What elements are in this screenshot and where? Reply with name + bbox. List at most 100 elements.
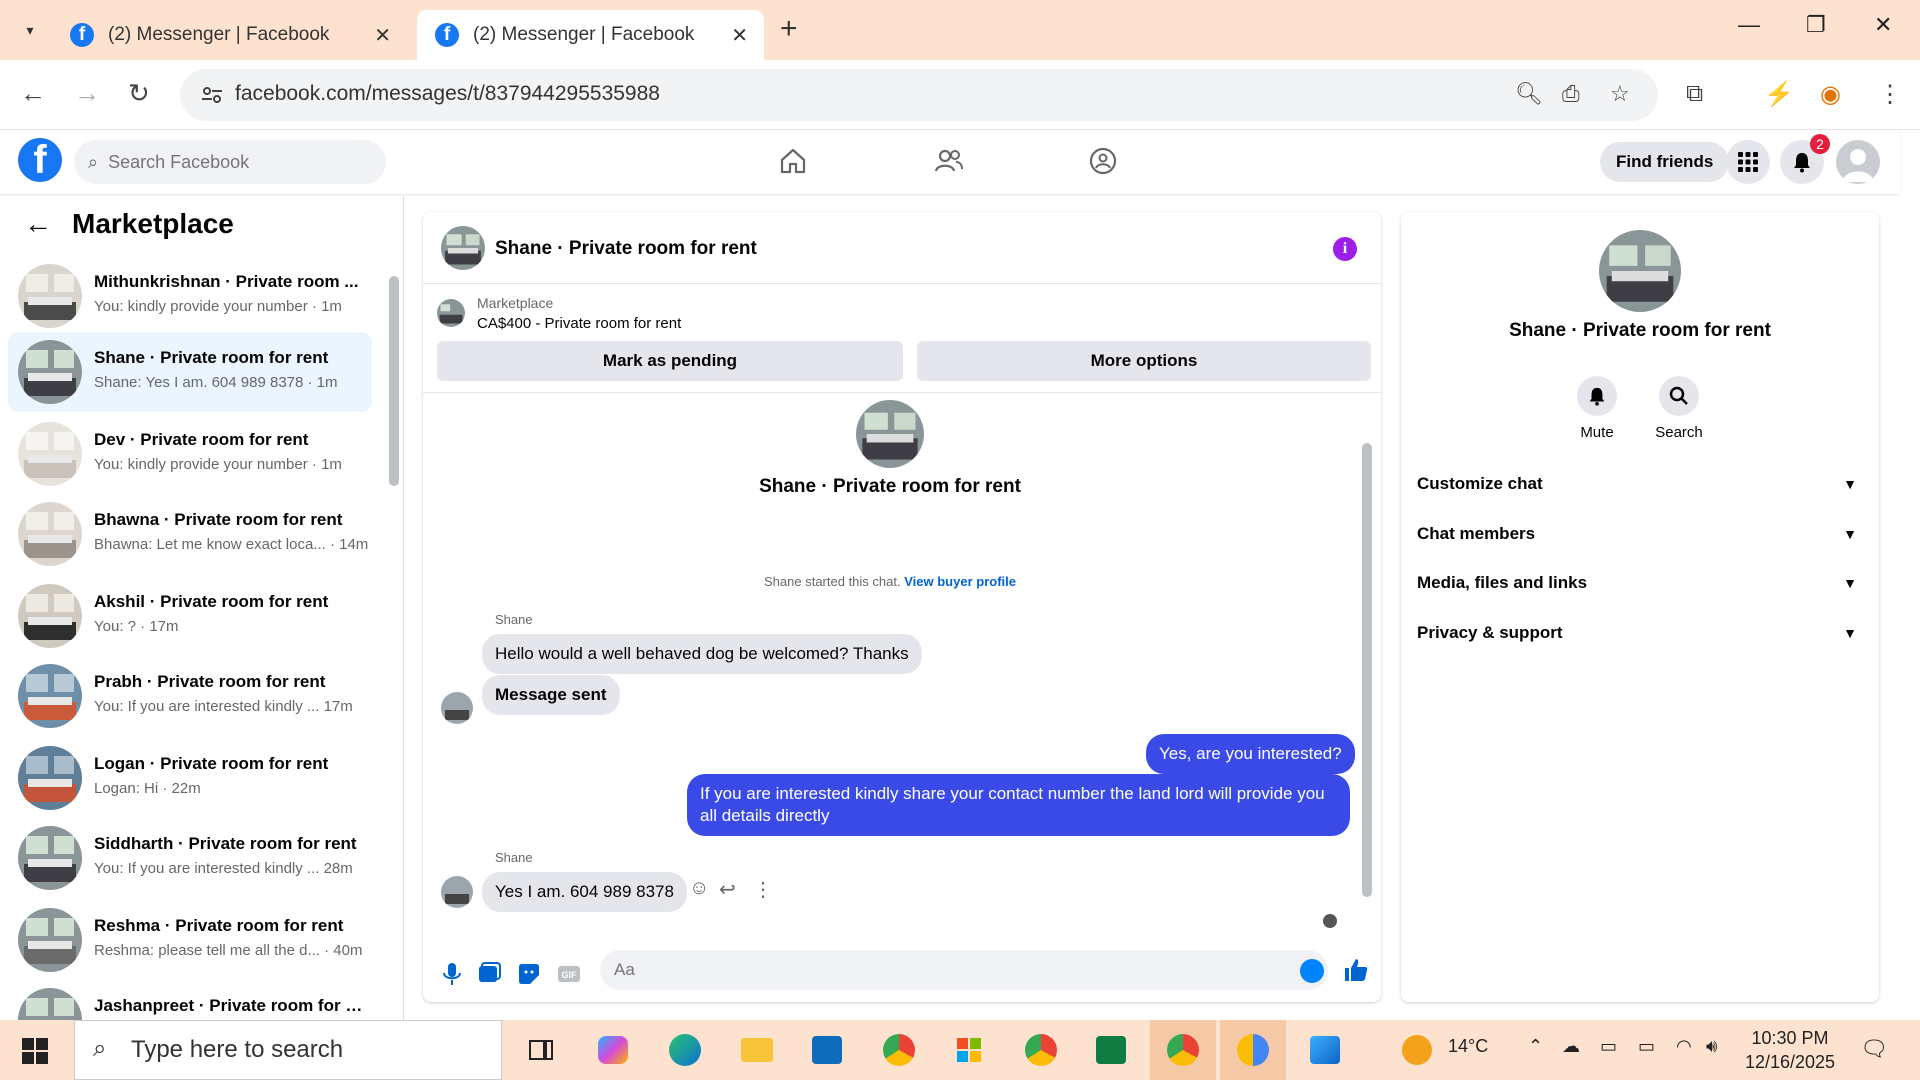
- listing-price-title[interactable]: CA$400 - Private room for rent: [477, 315, 681, 332]
- more-actions-icon[interactable]: ⋮: [753, 877, 773, 902]
- like-thumbs-up-icon[interactable]: [1343, 957, 1369, 983]
- show-hidden-icons-icon[interactable]: ⌃: [1528, 1036, 1543, 1057]
- performance-icon[interactable]: ⚡: [1764, 80, 1794, 109]
- conversation-item[interactable]: Logan · Private room for rent Logan: Hi ·…: [8, 738, 372, 818]
- message-bubble-outgoing[interactable]: Yes, are you interested?: [1146, 734, 1355, 774]
- edge-icon[interactable]: [662, 1028, 708, 1072]
- profile-icon[interactable]: ◉: [1820, 80, 1841, 109]
- conversation-item[interactable]: Akshil · Private room for rent You: ? · 1…: [8, 576, 372, 656]
- conversation-item[interactable]: Mithunkrishnan · Private room ... You: ki…: [8, 256, 372, 336]
- view-buyer-profile-link[interactable]: View buyer profile: [904, 574, 1016, 589]
- chat-avatar[interactable]: [441, 226, 485, 270]
- close-window-icon[interactable]: ✕: [1874, 12, 1892, 38]
- facebook-logo-icon[interactable]: f: [18, 138, 62, 182]
- bookmark-star-icon[interactable]: ☆: [1610, 81, 1630, 107]
- volume-icon[interactable]: 🔊︎: [1706, 1036, 1717, 1057]
- privacy-support-row[interactable]: Privacy & support ▼: [1417, 613, 1863, 653]
- close-tab-icon[interactable]: ✕: [731, 23, 748, 48]
- conversation-item[interactable]: Dev · Private room for rent You: kindly p…: [8, 414, 372, 494]
- zoom-icon[interactable]: 🔍︎: [1515, 81, 1543, 107]
- wifi-icon[interactable]: ◠: [1676, 1036, 1692, 1057]
- omnibox[interactable]: facebook.com/messages/t/837944295535988 …: [180, 69, 1658, 121]
- conversation-item[interactable]: Reshma · Private room for rent Reshma: pl…: [8, 900, 372, 980]
- friends-icon[interactable]: [934, 146, 964, 176]
- facebook-search-input[interactable]: [108, 151, 349, 173]
- groups-icon[interactable]: [1088, 146, 1118, 176]
- back-arrow-icon[interactable]: ←: [24, 208, 52, 240]
- reload-icon[interactable]: ↻: [128, 78, 150, 109]
- restore-icon[interactable]: ❐: [1806, 12, 1826, 38]
- facebook-search-box[interactable]: ⌕: [74, 140, 386, 184]
- microphone-icon[interactable]: [439, 961, 465, 987]
- battery-icon[interactable]: ▭: [1638, 1036, 1655, 1057]
- site-settings-icon[interactable]: [200, 83, 224, 107]
- chat-members-row[interactable]: Chat members ▼: [1417, 514, 1863, 554]
- photo-icon[interactable]: [476, 961, 502, 987]
- customize-chat-row[interactable]: Customize chat ▼: [1417, 464, 1863, 504]
- sender-avatar[interactable]: [441, 692, 473, 724]
- conversation-info-icon[interactable]: i: [1333, 237, 1357, 261]
- react-emoji-icon[interactable]: ☺: [689, 877, 709, 900]
- taskbar-search-box[interactable]: ⌕ Type here to search: [74, 1020, 502, 1080]
- browser-tab-2-active[interactable]: f (2) Messenger | Facebook ✕: [417, 10, 764, 60]
- menu-grid-icon[interactable]: [1726, 140, 1770, 184]
- conversation-item[interactable]: Prabh · Private room for rent You: If you…: [8, 656, 372, 736]
- chrome-icon[interactable]: [1018, 1028, 1064, 1072]
- gif-icon[interactable]: GIF: [556, 961, 582, 987]
- mark-as-pending-button[interactable]: Mark as pending: [437, 341, 903, 381]
- copilot-icon[interactable]: [590, 1028, 636, 1072]
- conversation-item[interactable]: Siddharth · Private room for rent You: If…: [8, 818, 372, 898]
- minimize-icon[interactable]: —: [1738, 12, 1760, 38]
- outlook-icon[interactable]: [804, 1028, 850, 1072]
- install-app-icon[interactable]: ⎙: [1562, 81, 1580, 107]
- emoji-icon[interactable]: [1300, 959, 1324, 983]
- microsoft-store-icon[interactable]: [946, 1028, 992, 1072]
- browser-tab-1[interactable]: f (2) Messenger | Facebook ✕: [52, 10, 407, 60]
- photos-icon[interactable]: [1302, 1028, 1348, 1072]
- close-tab-icon[interactable]: ✕: [374, 23, 391, 48]
- conversation-item[interactable]: Bhawna · Private room for rent Bhawna: Le…: [8, 494, 372, 574]
- find-friends-button[interactable]: Find friends: [1600, 142, 1730, 182]
- message-input[interactable]: [600, 950, 1328, 990]
- bell-icon[interactable]: [1577, 376, 1617, 416]
- chrome-profile-icon[interactable]: [876, 1028, 922, 1072]
- weather-temp[interactable]: 14°C: [1448, 1036, 1488, 1057]
- account-avatar[interactable]: [1836, 140, 1880, 184]
- file-explorer-icon[interactable]: [734, 1028, 780, 1072]
- conversation-item[interactable]: Jashanpreet · Private room for r...: [8, 980, 372, 1020]
- chat-title[interactable]: Shane · Private room for rent: [495, 238, 757, 260]
- listing-thumbnail[interactable]: [437, 299, 465, 327]
- conversation-list-scrollbar[interactable]: [387, 276, 401, 996]
- mute-action[interactable]: Mute: [1557, 376, 1637, 441]
- tab-search-chevron-icon[interactable]: ▾: [14, 14, 46, 46]
- back-icon[interactable]: ←: [20, 78, 46, 109]
- message-bubble-incoming[interactable]: Yes I am. 604 989 8378: [482, 872, 687, 912]
- chrome-active-window-icon[interactable]: [1150, 1020, 1216, 1080]
- notification-center-icon[interactable]: 🗨︎: [1860, 1036, 1888, 1062]
- taskbar-clock[interactable]: 10:30 PM 12/16/2025: [1742, 1026, 1838, 1074]
- chrome-menu-icon[interactable]: ⋮: [1878, 80, 1902, 109]
- new-tab-icon[interactable]: +: [780, 12, 798, 46]
- home-icon[interactable]: [778, 146, 808, 176]
- meet-now-icon[interactable]: ▭: [1600, 1036, 1617, 1057]
- more-options-button[interactable]: More options: [917, 341, 1371, 381]
- windows-start-icon[interactable]: [22, 1038, 48, 1064]
- task-view-icon[interactable]: [518, 1028, 564, 1072]
- extensions-icon[interactable]: ⧉: [1686, 80, 1703, 108]
- message-bubble-incoming[interactable]: Message sent: [482, 675, 620, 715]
- search-icon[interactable]: [1659, 376, 1699, 416]
- conversation-item[interactable]: Shane · Private room for rent Shane: Yes …: [8, 332, 372, 412]
- onedrive-icon[interactable]: ☁: [1562, 1036, 1580, 1057]
- reply-icon[interactable]: ↩: [719, 877, 736, 902]
- message-bubble-outgoing[interactable]: If you are interested kindly share your …: [687, 774, 1350, 836]
- sticker-icon[interactable]: [516, 961, 542, 987]
- chat-scrollbar[interactable]: [1360, 397, 1374, 927]
- message-bubble-incoming[interactable]: Hello would a well behaved dog be welcom…: [482, 634, 922, 674]
- chrome-second-window-icon[interactable]: [1220, 1020, 1286, 1080]
- sender-avatar[interactable]: [441, 876, 473, 908]
- media-files-links-row[interactable]: Media, files and links ▼: [1417, 563, 1863, 603]
- page-scrollbar[interactable]: [1900, 130, 1920, 1020]
- search-action[interactable]: Search: [1639, 376, 1719, 441]
- forward-icon[interactable]: →: [74, 78, 100, 109]
- excel-icon[interactable]: [1088, 1028, 1134, 1072]
